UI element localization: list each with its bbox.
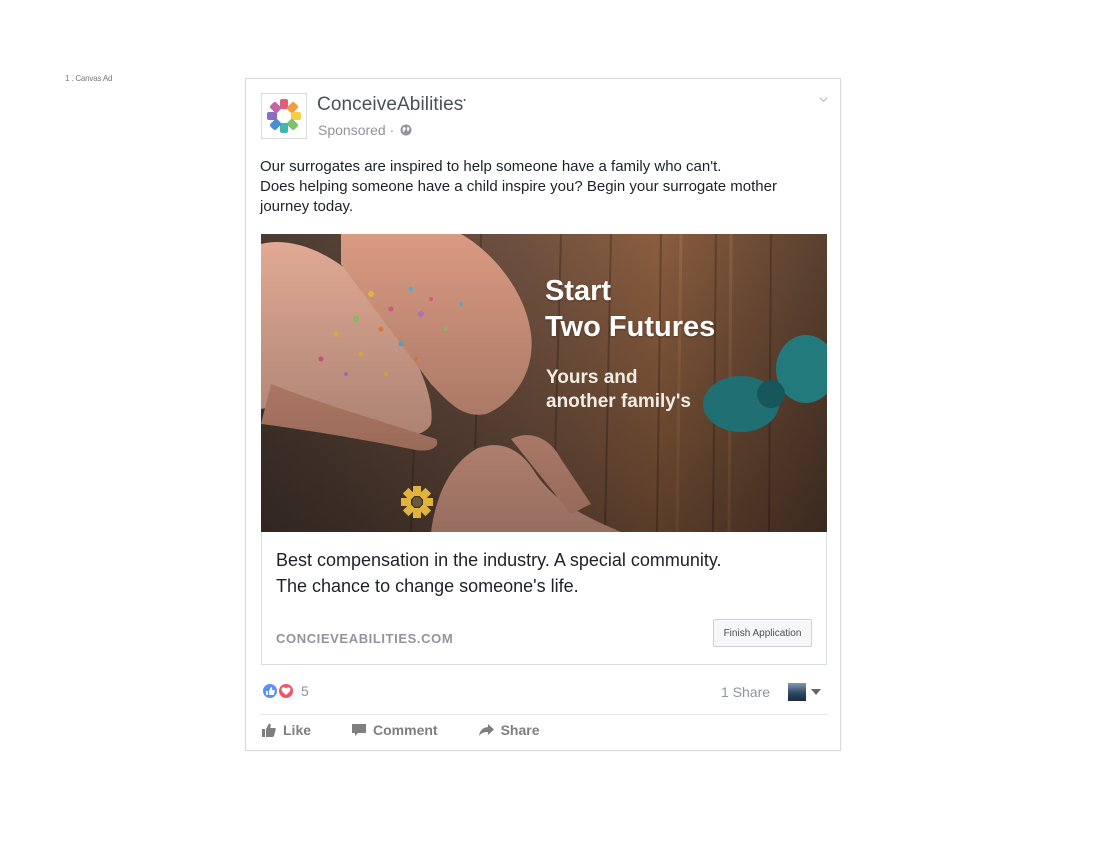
avatar bbox=[788, 683, 806, 701]
link-description-line: Best compensation in the industry. A spe… bbox=[276, 550, 722, 570]
thumbs-up-icon bbox=[262, 723, 276, 737]
finish-application-button[interactable]: Finish Application bbox=[713, 619, 812, 647]
divider bbox=[261, 714, 827, 715]
image-headline: Two Futures bbox=[545, 311, 716, 343]
sponsored-text: Sponsored · bbox=[318, 122, 395, 138]
reaction-count: 5 bbox=[301, 683, 309, 699]
hands-photo-image bbox=[261, 234, 827, 532]
link-description: Best compensation in the industry. A spe… bbox=[276, 547, 722, 599]
link-preview[interactable]: Best compensation in the industry. A spe… bbox=[261, 532, 827, 665]
caret-down-icon bbox=[811, 689, 821, 695]
conceiveabilities-logo-icon bbox=[267, 99, 301, 133]
post-as-selector[interactable] bbox=[788, 683, 821, 701]
ad-image[interactable]: Start Two Futures Yours and another fami… bbox=[261, 234, 827, 532]
share-button[interactable]: Share bbox=[478, 722, 540, 738]
page-label: 1 . Canvas Ad bbox=[65, 74, 113, 83]
page-name-mark: • bbox=[463, 97, 466, 105]
comment-button[interactable]: Comment bbox=[351, 722, 438, 738]
image-subheadline: another family's bbox=[546, 391, 691, 412]
ad-post-card: ConceiveAbilities• Sponsored · Our surro… bbox=[245, 78, 841, 751]
like-label: Like bbox=[283, 722, 312, 738]
page-logo[interactable] bbox=[261, 93, 307, 139]
link-domain: CONCIEVEABILITIES.COM bbox=[276, 631, 454, 646]
image-subheadline: Yours and bbox=[546, 367, 638, 388]
like-button[interactable]: Like bbox=[261, 722, 311, 738]
post-text-line: journey today. bbox=[260, 198, 354, 215]
chevron-down-icon[interactable] bbox=[819, 95, 828, 104]
love-reaction-icon bbox=[277, 682, 295, 700]
page-name-link[interactable]: ConceiveAbilities• bbox=[317, 94, 466, 116]
comment-label: Comment bbox=[373, 722, 438, 738]
post-text: Our surrogates are inspired to help some… bbox=[260, 157, 830, 217]
sponsored-label: Sponsored · bbox=[318, 122, 412, 138]
image-headline: Start bbox=[545, 275, 612, 307]
link-description-line: The chance to change someone's life. bbox=[276, 576, 579, 596]
share-count[interactable]: 1 Share bbox=[721, 684, 770, 700]
page-name-text: ConceiveAbilities bbox=[317, 94, 464, 115]
post-text-line: Our surrogates are inspired to help some… bbox=[260, 158, 722, 175]
globe-icon[interactable] bbox=[400, 124, 412, 136]
comment-icon bbox=[352, 724, 367, 736]
share-label: Share bbox=[500, 722, 540, 738]
action-bar: Like Comment Share bbox=[261, 722, 580, 738]
reactions-summary[interactable]: 5 bbox=[261, 682, 309, 700]
post-text-line: Does helping someone have a child inspir… bbox=[260, 178, 777, 195]
like-reaction-icon bbox=[261, 682, 279, 700]
share-arrow-icon bbox=[478, 724, 494, 736]
